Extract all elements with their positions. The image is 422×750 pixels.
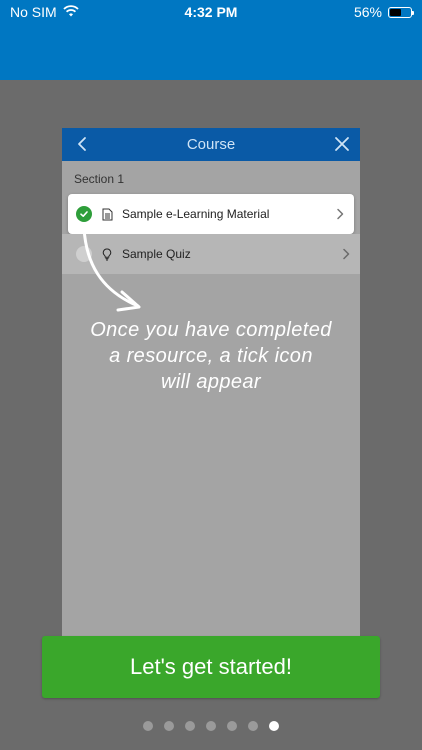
course-title: Course — [186, 136, 236, 153]
battery-icon — [388, 6, 414, 18]
annotation-text: Once you have completed a resource, a ti… — [90, 319, 332, 393]
page-dot[interactable] — [164, 721, 174, 731]
resource-label: Sample e-Learning Material — [122, 207, 270, 221]
status-right: 56% — [353, 4, 414, 20]
page-dot[interactable] — [227, 721, 237, 731]
resource-label: Sample Quiz — [122, 247, 191, 261]
page-dot[interactable] — [248, 721, 258, 731]
page-indicator — [0, 721, 422, 731]
page-dot[interactable] — [206, 721, 216, 731]
page-dot[interactable] — [269, 721, 279, 731]
check-circle-icon — [76, 206, 92, 222]
document-icon — [100, 207, 114, 221]
status-bar: No SIM 4:32 PM 56% — [0, 0, 422, 24]
resource-row-elearning[interactable]: Sample e-Learning Material — [68, 194, 354, 234]
close-button[interactable] — [330, 132, 354, 156]
page-dot[interactable] — [143, 721, 153, 731]
empty-circle-icon — [76, 246, 92, 262]
course-header: Course — [62, 128, 360, 161]
battery-level-fill — [390, 8, 401, 16]
app-header: No SIM 4:32 PM 56% — [0, 0, 422, 80]
chevron-right-icon — [332, 206, 348, 222]
section-label: Section 1 — [74, 172, 125, 186]
chevron-right-icon — [338, 246, 354, 262]
close-icon — [335, 137, 349, 151]
get-started-button[interactable]: Let's get started! — [42, 636, 380, 698]
lightbulb-icon — [100, 247, 114, 261]
resource-row-quiz[interactable]: Sample Quiz — [62, 234, 360, 274]
battery-percent: 56% — [353, 4, 382, 20]
page-dot[interactable] — [185, 721, 195, 731]
